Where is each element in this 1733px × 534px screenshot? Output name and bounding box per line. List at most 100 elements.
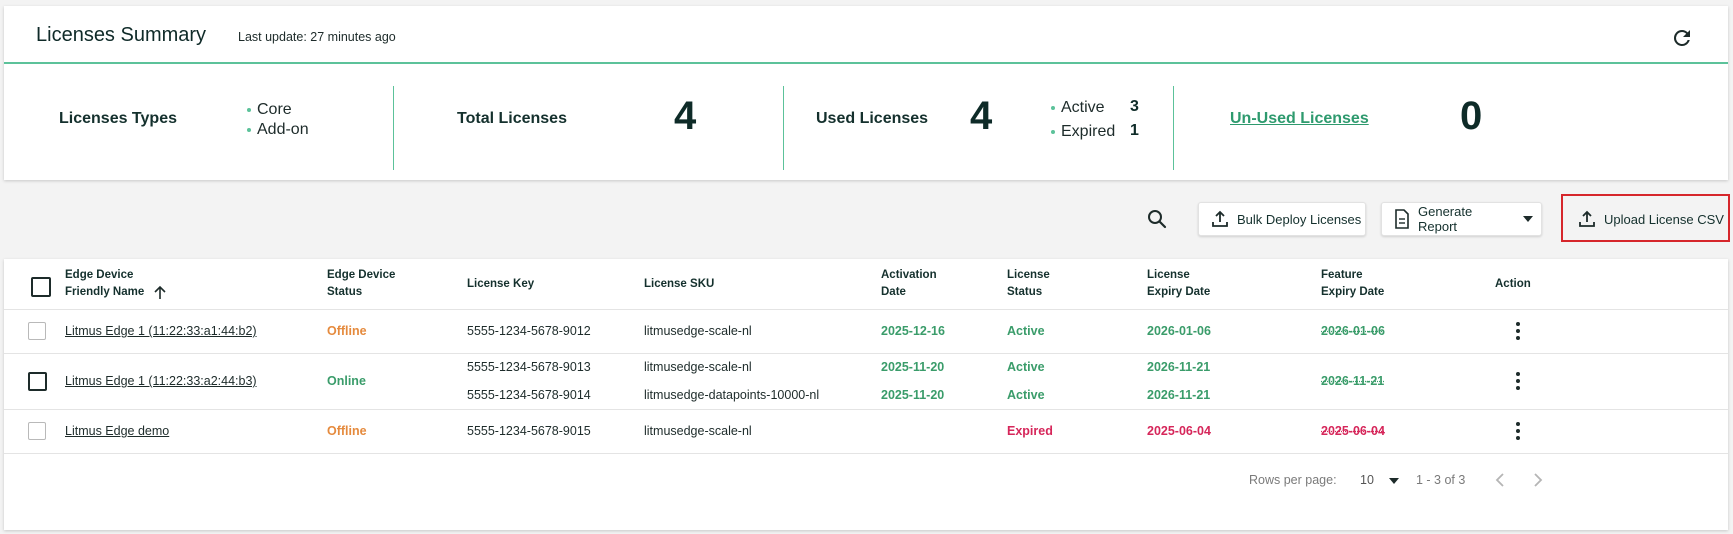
more-actions-icon[interactable] <box>1508 320 1528 342</box>
stats-row: Licenses Types Core Add-on Total License… <box>4 66 1728 178</box>
header-license-sku[interactable]: License SKU <box>644 276 714 293</box>
licenses-table: Edge Device Friendly Name Edge Device St… <box>4 259 1728 530</box>
document-icon <box>1395 209 1409 229</box>
header-text: Edge Device <box>65 269 134 281</box>
activation-date: 2025-11-20 <box>881 388 945 402</box>
upload-license-csv-button[interactable]: Upload License CSV <box>1566 202 1726 236</box>
page-title: Licenses Summary <box>36 24 207 46</box>
rows-per-page-select[interactable]: 10 <box>1360 473 1400 487</box>
header-text: Status <box>1007 286 1043 298</box>
header-license-key[interactable]: License Key <box>467 276 534 293</box>
divider <box>393 86 394 170</box>
table-toolbar: Bulk Deploy Licenses Generate Report Upl… <box>0 182 1733 238</box>
license-sku: litmusedge-scale-nl <box>644 424 752 438</box>
summary-header: Licenses Summary Last update: 27 minutes… <box>4 6 1728 64</box>
refresh-icon[interactable] <box>1670 26 1694 50</box>
header-text: Date <box>881 286 906 298</box>
used-expired-label: Expired <box>1051 122 1115 146</box>
sort-arrow-up-icon[interactable] <box>152 285 168 301</box>
generate-report-button[interactable]: Generate Report <box>1381 202 1542 236</box>
total-licenses-label: Total Licenses <box>457 110 567 127</box>
device-status: Offline <box>327 324 367 338</box>
divider <box>4 409 1728 410</box>
license-type-item: Add-on <box>247 120 309 140</box>
rows-per-page-value: 10 <box>1360 473 1374 487</box>
header-text: Edge Device <box>327 269 396 281</box>
licenses-types-list: Core Add-on <box>247 100 309 140</box>
header-device-name[interactable]: Edge Device Friendly Name <box>65 267 168 301</box>
used-breakdown-list: Active Expired <box>1051 98 1115 146</box>
header-feature-expiry[interactable]: Feature Expiry Date <box>1321 267 1384 301</box>
feature-expiry-date[interactable]: 2026-11-21 <box>1321 374 1384 388</box>
license-expiry-date: 2026-01-06 <box>1147 324 1211 338</box>
select-all-checkbox[interactable] <box>31 277 51 297</box>
header-text: Activation <box>881 269 937 281</box>
used-active-count: 3 <box>1130 98 1139 115</box>
more-actions-icon[interactable] <box>1508 420 1528 442</box>
license-expiry-date: 2026-11-21 <box>1147 360 1211 374</box>
last-update-text: Last update: 27 minutes ago <box>238 30 396 44</box>
licenses-page: Licenses Summary Last update: 27 minutes… <box>0 0 1733 534</box>
bulk-deploy-button[interactable]: Bulk Deploy Licenses <box>1198 202 1366 236</box>
license-sku: litmusedge-datapoints-10000-nl <box>644 388 820 402</box>
row-checkbox[interactable] <box>28 322 46 340</box>
row-checkbox[interactable] <box>28 422 46 440</box>
header-action: Action <box>1495 278 1531 290</box>
header-text: Friendly Name <box>65 286 145 298</box>
device-name-link[interactable]: Litmus Edge 1 (11:22:33:a1:44:b2) <box>65 324 257 338</box>
license-key: 5555-1234-5678-9012 <box>467 324 591 338</box>
device-status: Online <box>327 374 366 388</box>
caret-down-icon <box>1523 216 1533 222</box>
caret-down-icon <box>1389 477 1400 484</box>
rows-per-page-label: Rows per page: <box>1249 473 1337 487</box>
activation-date: 2025-11-20 <box>881 360 945 374</box>
upload-license-csv-label: Upload License CSV <box>1604 211 1724 227</box>
chevron-right-icon[interactable] <box>1528 471 1546 489</box>
license-status: Active <box>1007 360 1045 374</box>
header-text: Status <box>327 286 363 298</box>
license-sku: litmusedge-scale-nl <box>644 360 752 374</box>
license-key: 5555-1234-5678-9014 <box>467 388 591 402</box>
divider <box>4 353 1728 354</box>
header-text: Feature <box>1321 269 1363 281</box>
upload-icon <box>1212 210 1228 227</box>
search-icon[interactable] <box>1146 208 1168 230</box>
device-status: Offline <box>327 424 367 438</box>
unused-licenses-value: 0 <box>1460 94 1483 138</box>
divider <box>4 309 1728 310</box>
header-text: License <box>1147 269 1190 281</box>
more-actions-icon[interactable] <box>1508 370 1528 392</box>
device-name-link[interactable]: Litmus Edge demo <box>65 424 169 438</box>
license-expiry-date: 2026-11-21 <box>1147 388 1211 402</box>
feature-expiry-date[interactable]: 2026-01-06 <box>1321 324 1385 338</box>
header-device-status[interactable]: Edge Device Status <box>327 267 395 301</box>
device-name-link[interactable]: Litmus Edge 1 (11:22:33:a2:44:b3) <box>65 374 257 388</box>
header-activation-date[interactable]: Activation Date <box>881 267 937 301</box>
chevron-left-icon[interactable] <box>1492 471 1510 489</box>
divider <box>4 453 1728 454</box>
header-license-expiry[interactable]: License Expiry Date <box>1147 267 1210 301</box>
bulk-deploy-label: Bulk Deploy Licenses <box>1237 211 1362 227</box>
used-licenses-label: Used Licenses <box>816 110 929 127</box>
used-active-label: Active <box>1051 98 1115 122</box>
feature-expiry-date[interactable]: 2025-06-04 <box>1321 424 1385 438</box>
activation-date: 2025-12-16 <box>881 324 945 338</box>
license-sku: litmusedge-scale-nl <box>644 324 752 338</box>
generate-report-label: Generate Report <box>1418 204 1473 234</box>
unused-licenses-link[interactable]: Un-Used Licenses <box>1230 110 1369 128</box>
license-status: Active <box>1007 388 1045 402</box>
license-key: 5555-1234-5678-9015 <box>467 424 591 438</box>
used-expired-count: 1 <box>1130 122 1139 139</box>
total-licenses-value: 4 <box>674 94 697 138</box>
header-license-status[interactable]: License Status <box>1007 267 1050 301</box>
divider <box>1173 86 1174 170</box>
license-key: 5555-1234-5678-9013 <box>467 360 591 374</box>
licenses-types-label: Licenses Types <box>59 110 177 127</box>
divider <box>783 86 784 170</box>
license-status: Expired <box>1007 424 1053 438</box>
pagination-range: 1 - 3 of 3 <box>1416 473 1466 487</box>
used-licenses-value: 4 <box>970 94 993 138</box>
row-checkbox[interactable] <box>28 372 47 391</box>
upload-icon <box>1579 210 1595 227</box>
license-type-item: Core <box>247 100 309 120</box>
